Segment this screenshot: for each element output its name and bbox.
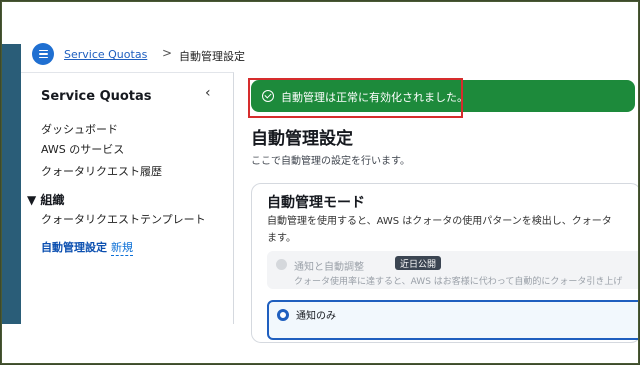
breadcrumb-link-service-quotas[interactable]: Service Quotas — [64, 48, 147, 61]
option-notify-only[interactable]: 通知のみ — [267, 300, 638, 340]
option-notify-and-adjust: 通知と自動調整 近日公開 クォータ使用率に達すると、AWS はお客様に代わって自… — [267, 251, 638, 289]
card-description-continued: ます。 — [267, 233, 296, 244]
hamburger-menu-icon[interactable] — [32, 43, 54, 65]
window-edge-strip — [2, 44, 21, 324]
new-badge: 新規 — [111, 241, 133, 256]
sidebar: Service Quotas ‹ ダッシュボード AWS のサービス クォータリ… — [21, 72, 234, 324]
chevron-left-icon[interactable]: ‹ — [205, 85, 211, 101]
sidebar-item-request-history[interactable]: クォータリクエスト履歴 — [41, 163, 162, 179]
page-title: 自動管理設定 — [251, 129, 353, 149]
sidebar-item-dashboard[interactable]: ダッシュボード — [41, 121, 118, 137]
breadcrumb-separator: > — [162, 46, 173, 60]
card-description: 自動管理を使用すると、AWS はクォータの使用パターンを検出し、クォータ — [267, 216, 612, 227]
sidebar-title: Service Quotas — [41, 89, 152, 104]
sidebar-item-aws-services[interactable]: AWS のサービス — [41, 141, 124, 157]
coming-soon-badge: 近日公開 — [395, 256, 442, 270]
breadcrumb-current: 自動管理設定 — [179, 50, 245, 63]
sidebar-item-request-templates[interactable]: クォータリクエストテンプレート — [41, 211, 206, 227]
page-description: ここで自動管理の設定を行います。 — [251, 156, 410, 167]
auto-management-mode-card: 自動管理モード 自動管理を使用すると、AWS はクォータの使用パターンを検出し、… — [251, 183, 638, 343]
annotation-highlight-box — [248, 78, 463, 118]
radio-button-disabled — [276, 259, 287, 270]
option-label: 通知のみ — [296, 311, 336, 322]
sidebar-item-auto-management[interactable]: 自動管理設定 — [41, 239, 107, 255]
option-description: クォータ使用率に達すると、AWS はお客様に代わって自動的にクォータ引き上げ — [294, 277, 623, 287]
radio-button-selected[interactable] — [277, 309, 289, 321]
option-label: 通知と自動調整 — [294, 262, 364, 273]
app-frame: Service Quotas > 自動管理設定 Service Quotas ‹… — [1, 1, 639, 364]
sidebar-section-organization[interactable]: ▼ 組織 — [27, 191, 64, 208]
breadcrumb: Service Quotas > 自動管理設定 — [21, 40, 631, 72]
card-title: 自動管理モード — [267, 195, 365, 211]
